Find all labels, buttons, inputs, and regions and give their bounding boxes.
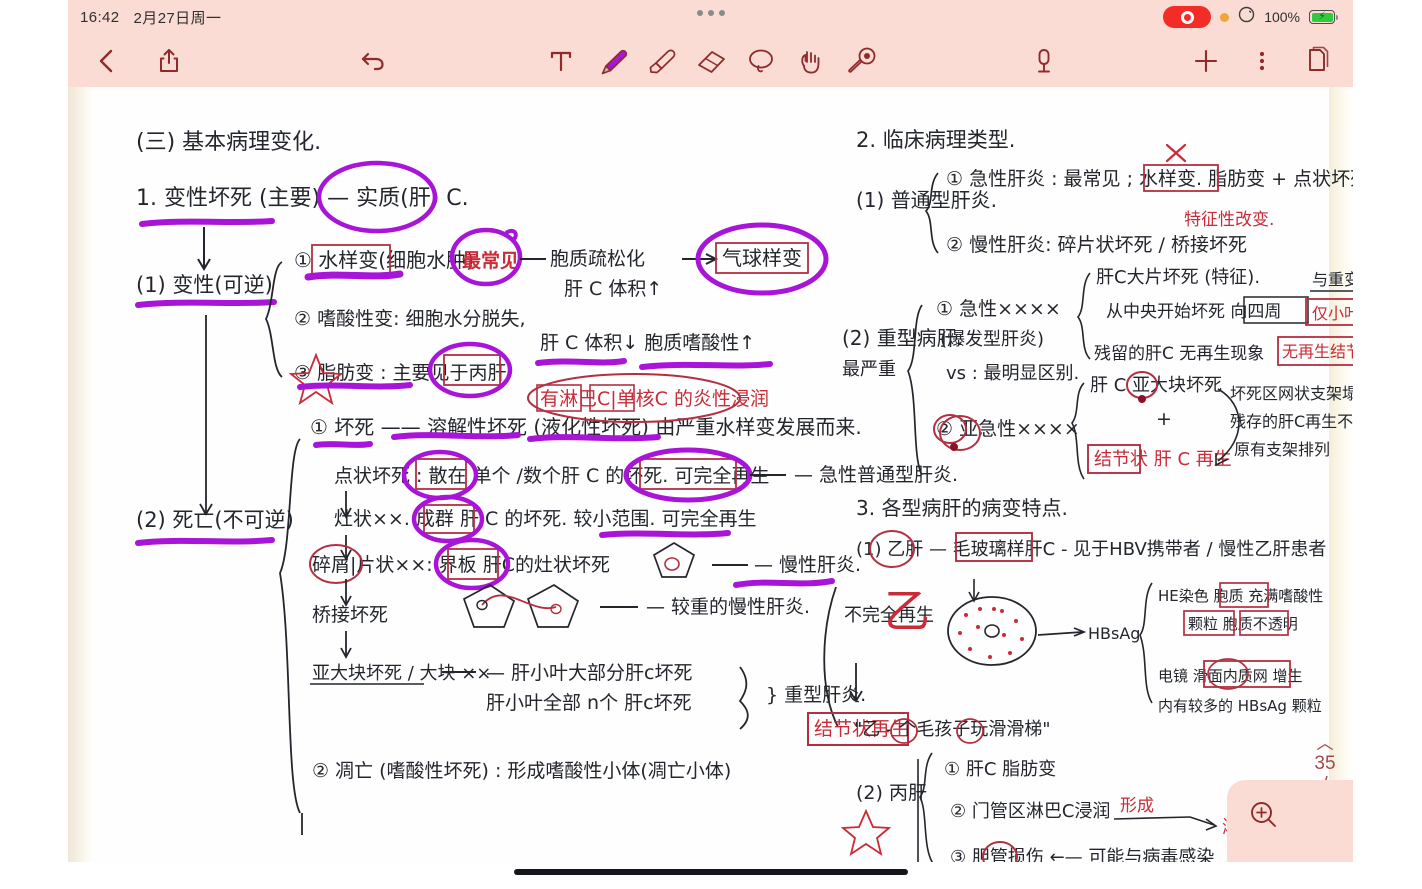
note-line: 残留的肝C 无再生现象 xyxy=(1094,344,1264,364)
note-line: 肝 C 体积↑ xyxy=(564,278,662,300)
text-T-icon[interactable] xyxy=(538,38,584,84)
plus-icon[interactable] xyxy=(1183,38,1229,84)
note-line: — 肝小叶大部分肝c坏死 xyxy=(486,662,693,684)
note-line: 碎屑|片状××: 界板 肝C的灶状坏死 xyxy=(312,554,610,576)
paper-edge-left xyxy=(68,87,94,862)
hand-pointer-icon[interactable] xyxy=(788,38,834,84)
pencil-icon[interactable] xyxy=(588,38,634,84)
note-line: 无再生结节 xyxy=(1282,342,1353,361)
laser-pointer-icon[interactable] xyxy=(838,38,884,84)
status-time: 16:42 xyxy=(80,8,120,26)
tool-palette xyxy=(538,38,884,84)
note-line: 原有支架排列 xyxy=(1234,440,1330,459)
note-line: 亚大块坏死 / 大块 ×× xyxy=(312,663,491,684)
handwritten-notes-ink: (三) 基本病理变化. 1. 变性坏死 (主要) — 实质(肝) C. (1) … xyxy=(135,128,1353,862)
note-line: — 较重的慢性肝炎. xyxy=(646,596,810,618)
note-line: vs : 最明显区别. xyxy=(946,363,1079,384)
status-date: 2月27日周一 xyxy=(133,9,222,27)
highlighter-icon[interactable] xyxy=(638,38,684,84)
note-line: ① 水样变(细胞水肿) xyxy=(294,248,474,272)
note-line: 点状坏死 : 散在 单个 /数个肝 C 的坏死. 可完全再生 xyxy=(334,465,769,487)
more-vertical-icon[interactable] xyxy=(1239,38,1285,84)
note-line: 肝 C 体积↓ 胞质嗜酸性↑ xyxy=(540,332,755,354)
note-line: 最常见 xyxy=(462,249,519,272)
note-line: ① 急性肝炎 : 最常见 ; 水样变. 脂肪变 + 点状坏死 xyxy=(946,168,1353,190)
pages-copy-icon[interactable] xyxy=(1295,38,1341,84)
note-line: 气球样变 xyxy=(722,246,802,270)
note-line: "乙 - 个毛孩子玩滑滑梯" xyxy=(854,719,1051,740)
status-bar: 16:42 2月27日周一 100% ⚡ xyxy=(68,0,1353,34)
note-line: 电镜 滑面内质网 增生 xyxy=(1158,667,1303,685)
note-line: 2. 临床病理类型. xyxy=(856,128,1015,152)
note-line: (2) 丙肝 xyxy=(856,782,927,804)
note-line: (三) 基本病理变化. xyxy=(136,130,321,155)
eraser-icon[interactable] xyxy=(688,38,734,84)
note-line: — 急性普通型肝炎. xyxy=(794,464,958,486)
zoom-panel xyxy=(1227,780,1353,862)
toolbar-right-group xyxy=(1183,38,1341,84)
mic-in-use-dot-icon xyxy=(1220,12,1230,22)
note-line: 残存的肝C再生不能沿 xyxy=(1230,412,1353,431)
note-line: 桥接坏死 xyxy=(312,604,388,626)
note-line: ② 门管区淋巴C浸润 xyxy=(950,801,1110,822)
left-chrome-margin xyxy=(0,0,68,889)
note-line: ② 凋亡 (嗜酸性坏死) : 形成嗜酸性小体(凋亡小体) xyxy=(312,760,731,782)
handwriting-canvas[interactable]: (三) 基本病理变化. 1. 变性坏死 (主要) — 实质(肝) C. (1) … xyxy=(94,87,1353,862)
chevron-up-icon[interactable]: ︿ xyxy=(1317,735,1334,752)
multitask-dots-icon[interactable] xyxy=(696,10,725,16)
note-line: 肝小叶全部 n个 肝c坏死 xyxy=(486,692,692,714)
note-line: 与重变性肝C xyxy=(1312,270,1353,289)
note-line: 乙 xyxy=(884,584,930,638)
note-line: } 重型肝炎. xyxy=(766,684,866,706)
note-line: 特征性改变. xyxy=(1184,210,1274,230)
note-line: ② 亚急性×××× xyxy=(936,418,1080,440)
battery-charging-icon: ⚡ xyxy=(1309,10,1338,24)
note-line: (1) 普通型肝炎. xyxy=(856,188,997,212)
magnifier-plus-icon[interactable] xyxy=(1245,796,1283,834)
note-line: (1) 变性(可逆) xyxy=(136,273,273,297)
ipad-notes-app: 16:42 2月27日周一 100% ⚡ (三) 基本病理变化. 1. 变性坏死… xyxy=(0,0,1422,889)
battery-percent: 100% xyxy=(1264,9,1300,25)
right-chrome-margin xyxy=(1353,0,1422,889)
back-chevron-icon[interactable] xyxy=(84,38,130,84)
note-line: 仅小叶网血残存 xyxy=(1312,304,1353,323)
undo-icon[interactable] xyxy=(350,38,396,84)
note-line: (2) 死亡(不可逆) xyxy=(136,508,294,532)
note-line: (爆发型肝炎) xyxy=(940,329,1044,350)
note-line: 胞质疏松化 xyxy=(550,248,645,270)
note-line: HE染色 胞质 充满嗜酸性 xyxy=(1158,587,1323,605)
microphone-icon[interactable] xyxy=(1021,38,1067,84)
note-page-canvas[interactable]: (三) 基本病理变化. 1. 变性坏死 (主要) — 实质(肝) C. (1) … xyxy=(68,87,1353,862)
note-line: ② 嗜酸性变: 细胞水分脱失, xyxy=(294,308,526,330)
home-bar[interactable] xyxy=(514,869,908,875)
note-line: 形成 xyxy=(1120,796,1154,816)
share-icon[interactable] xyxy=(146,38,192,84)
note-line: 最严重 xyxy=(842,359,896,380)
note-line: ① 急性×××× xyxy=(936,298,1061,320)
note-line: 灶状××. 成群 肝 C 的坏死. 较小范围. 可完全再生 xyxy=(334,508,756,530)
note-line: 内有较多的 HBsAg 颗粒 xyxy=(1158,697,1322,715)
record-pill-icon[interactable] xyxy=(1163,6,1212,28)
note-line: + xyxy=(1156,408,1172,430)
focus-mode-icon xyxy=(1238,6,1255,28)
status-bar-left: 16:42 2月27日周一 xyxy=(80,7,221,28)
note-line: 坏死区网状支架塌陷 xyxy=(1230,384,1353,403)
note-line: 结节状 肝 C 再生 xyxy=(1094,449,1232,470)
note-line: ① 肝C 脂肪变 xyxy=(944,759,1056,780)
note-line: 颗粒 胞质不透明 xyxy=(1188,615,1298,633)
note-line: 从中央开始坏死 向四周 xyxy=(1106,302,1281,322)
note-line: ③ 胆管损伤 ←— 可能与病毒感染 xyxy=(950,847,1214,862)
note-line: — 慢性肝炎. xyxy=(754,554,861,576)
note-line: 1. 变性坏死 (主要) — 实质(肝) C. xyxy=(136,186,469,211)
lasso-icon[interactable] xyxy=(738,38,784,84)
app-toolbar xyxy=(68,34,1353,87)
note-line: 肝C大片坏死 (特征). xyxy=(1096,267,1260,288)
note-line: 3. 各型病肝的病变特点. xyxy=(856,496,1068,520)
status-bar-right: 100% ⚡ xyxy=(1163,6,1338,28)
note-line: HBsAg xyxy=(1088,624,1140,643)
note-line: (1) 乙肝 — 毛玻璃样肝C - 见于HBV携带者 / 慢性乙肝患者 xyxy=(856,539,1326,560)
page-current: 35 xyxy=(1314,753,1336,774)
note-line: ② 慢性肝炎: 碎片状坏死 / 桥接坏死 xyxy=(946,234,1247,256)
toolbar-left-group xyxy=(84,38,192,84)
